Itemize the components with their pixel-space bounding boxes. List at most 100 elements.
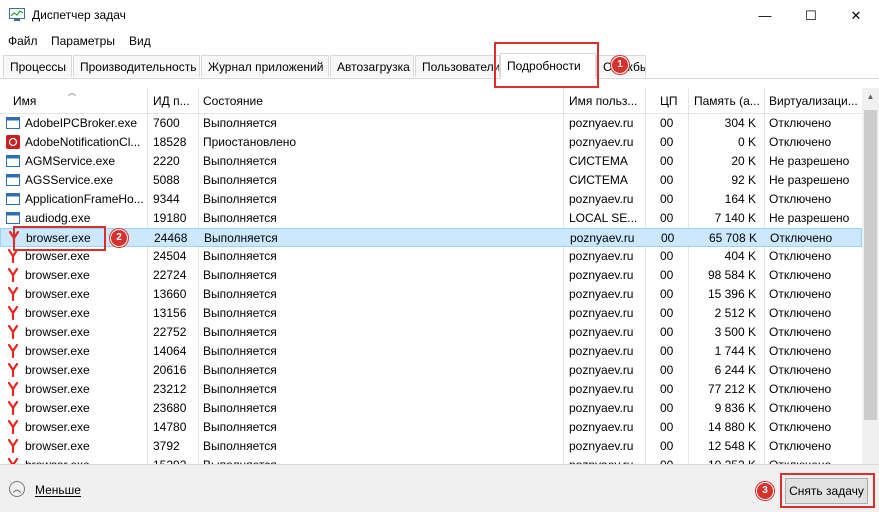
scrollbar-thumb[interactable]: [864, 110, 877, 420]
process-virtualization: Отключено: [769, 363, 832, 377]
process-virtualization: Отключено: [769, 401, 832, 415]
table-row[interactable]: browser.exe 23680 Выполняется poznyaev.ru 00…: [0, 399, 862, 418]
process-pid: 13156: [153, 306, 187, 320]
yandex-browser-icon: [6, 267, 20, 283]
process-memory: 404 K: [724, 249, 756, 263]
process-status: Выполняется: [203, 363, 277, 377]
maximize-button[interactable]: ☐: [788, 0, 834, 31]
process-status: Выполняется: [203, 401, 277, 415]
process-cpu: 00: [660, 287, 674, 301]
table-row[interactable]: browser.exe 3792 Выполняется poznyaev.ru 00 1…: [0, 437, 862, 456]
process-virtualization: Отключено: [769, 382, 832, 396]
process-user: poznyaev.ru: [569, 344, 634, 358]
table-row[interactable]: AGSService.exe 5088 Выполняется СИСТЕМА 00 92…: [0, 171, 862, 190]
process-name: AdobeIPCBroker.exe: [25, 116, 138, 130]
process-name: AGMService.exe: [25, 154, 116, 168]
table-row[interactable]: AdobeIPCBroker.exe 7600 Выполняется poznyae…: [0, 114, 862, 133]
process-virtualization: Отключено: [769, 420, 832, 434]
table-row[interactable]: browser.exe15292Выполняетсяpoznyaev.ru00…: [0, 456, 862, 464]
table-row[interactable]: browser.exe 22752 Выполняется poznyaev.ru 00…: [0, 323, 862, 342]
process-cpu: 00: [660, 154, 674, 168]
table-row[interactable]: browser.exe 23212 Выполняется poznyaev.ru 00…: [0, 380, 862, 399]
table-row[interactable]: browser.exe 14064 Выполняется poznyaev.ru 00…: [0, 342, 862, 361]
process-user: poznyaev.ru: [569, 382, 634, 396]
column-status[interactable]: Состояние: [203, 94, 558, 108]
process-status: Выполняется: [203, 306, 277, 320]
collapse-chevron-icon[interactable]: ︿: [9, 481, 25, 497]
process-memory: 15 396 K: [707, 287, 756, 301]
scroll-up-arrow-icon[interactable]: ▲: [862, 88, 879, 105]
process-name: browser.exe: [25, 363, 90, 377]
table-row[interactable]: AdobeNotificationCl... 18528 Приостановлен…: [0, 133, 862, 152]
process-pid: 3792: [153, 439, 180, 453]
process-virtualization: Отключено: [769, 287, 832, 301]
process-status: Выполняется: [203, 382, 277, 396]
process-memory: 65 708 K: [708, 231, 757, 245]
generic-app-icon: [6, 211, 20, 225]
tab-performance[interactable]: Производительность: [73, 55, 200, 77]
process-pid: 14064: [153, 344, 187, 358]
process-name: browser.exe: [25, 325, 90, 339]
minimize-button[interactable]: —: [742, 0, 788, 31]
column-pid[interactable]: ИД п...: [153, 94, 197, 108]
highlight-details-tab: [494, 42, 599, 88]
close-button[interactable]: ✕: [833, 0, 879, 31]
process-cpu: 00: [660, 401, 674, 415]
vertical-scrollbar[interactable]: ▲: [862, 88, 879, 464]
yandex-browser-icon: [6, 305, 20, 321]
process-virtualization: Отключено: [769, 439, 832, 453]
process-user: poznyaev.ru: [569, 116, 634, 130]
process-pid: 2220: [153, 154, 180, 168]
table-row[interactable]: browser.exe 13156 Выполняется poznyaev.ru 00…: [0, 304, 862, 323]
yandex-browser-icon: [6, 248, 20, 264]
table-row[interactable]: browser.exe 13660 Выполняется poznyaev.ru 00…: [0, 285, 862, 304]
generic-app-icon: [6, 173, 20, 187]
table-row[interactable]: AGMService.exe 2220 Выполняется СИСТЕМА 00 20…: [0, 152, 862, 171]
process-virtualization: Отключено: [769, 249, 832, 263]
column-cpu[interactable]: ЦП: [660, 94, 684, 108]
process-pid: 22724: [153, 268, 187, 282]
table-row[interactable]: browser.exe 24468 Выполняется poznyaev.ru 00…: [0, 228, 862, 247]
yandex-browser-icon: [6, 400, 20, 416]
tab-strip: Процессы Производительность Журнал прило…: [0, 53, 879, 79]
tab-startup[interactable]: Автозагрузка: [330, 55, 414, 77]
menu-view[interactable]: Вид: [129, 34, 151, 48]
process-name: browser.exe: [25, 382, 90, 396]
process-pid: 19180: [153, 211, 187, 225]
table-row[interactable]: browser.exe 22724 Выполняется poznyaev.ru 00…: [0, 266, 862, 285]
process-user: poznyaev.ru: [569, 420, 634, 434]
table-row[interactable]: browser.exe 20616 Выполняется poznyaev.ru 00…: [0, 361, 862, 380]
process-memory: 20 K: [731, 154, 756, 168]
column-user[interactable]: Имя польз...: [569, 94, 641, 108]
tab-users[interactable]: Пользователи: [415, 55, 500, 77]
tab-app-history[interactable]: Журнал приложений: [201, 55, 329, 77]
process-status: Выполняется: [203, 287, 277, 301]
column-name[interactable]: Имя: [13, 94, 143, 108]
process-memory: 3 500 K: [714, 325, 756, 339]
tab-processes[interactable]: Процессы: [3, 55, 72, 77]
task-manager-icon: [9, 8, 25, 21]
menu-file[interactable]: Файл: [8, 34, 38, 48]
process-cpu: 00: [660, 325, 674, 339]
footer: ︿ Меньше Снять задачу: [0, 464, 879, 512]
process-pid: 24504: [153, 249, 187, 263]
yandex-browser-icon: [6, 324, 20, 340]
table-row[interactable]: browser.exe 14780 Выполняется poznyaev.ru 00…: [0, 418, 862, 437]
column-memory[interactable]: Память (а...: [694, 94, 764, 108]
process-status: Выполняется: [203, 192, 277, 206]
process-name: browser.exe: [25, 401, 90, 415]
column-virtualization[interactable]: Виртуализаци...: [769, 94, 859, 108]
process-memory: 9 836 K: [714, 401, 756, 415]
process-virtualization: Отключено: [769, 344, 832, 358]
table-row[interactable]: browser.exe 24504 Выполняется poznyaev.ru 00…: [0, 247, 862, 266]
process-status: Выполняется: [203, 154, 277, 168]
annotation-badge-1: 1: [611, 56, 629, 74]
table-row[interactable]: audiodg.exe 19180 Выполняется LOCAL SE... 00…: [0, 209, 862, 228]
process-memory: 1 744 K: [714, 344, 756, 358]
process-virtualization: Отключено: [769, 325, 832, 339]
table-row[interactable]: ApplicationFrameHo... 9344 Выполняется pozn…: [0, 190, 862, 209]
process-memory: 0 K: [737, 135, 756, 149]
process-details-table: Имя ︿ ИД п... Состояние Имя польз... ЦП …: [0, 88, 862, 464]
menu-options[interactable]: Параметры: [51, 34, 115, 48]
fewer-details-link[interactable]: Меньше: [35, 483, 81, 497]
